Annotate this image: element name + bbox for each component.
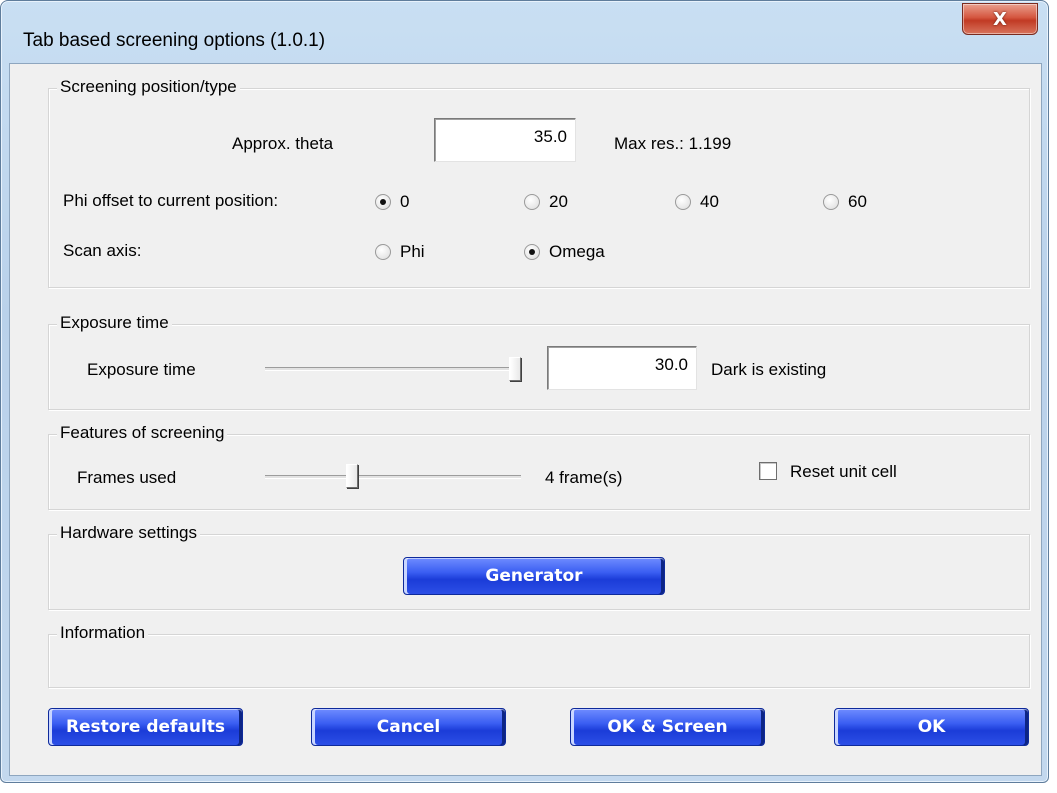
- theta-input[interactable]: 35.0: [434, 118, 576, 162]
- ok-button[interactable]: OK: [834, 708, 1029, 746]
- radio-unselected-icon: [675, 194, 691, 210]
- radio-unselected-icon: [524, 194, 540, 210]
- exposure-label: Exposure time: [87, 360, 196, 379]
- phi-radio-0[interactable]: 0: [375, 192, 409, 212]
- features-group: Features of screening Frames used 4 fram…: [48, 423, 1030, 510]
- scan-radio-phi[interactable]: Phi: [375, 242, 425, 262]
- phi-offset-label: Phi offset to current position:: [63, 191, 279, 210]
- phi-radio-60-label: 60: [848, 192, 867, 211]
- hardware-group: Hardware settings Generator: [48, 523, 1030, 610]
- phi-radio-40[interactable]: 40: [675, 192, 719, 212]
- exposure-slider-thumb[interactable]: [509, 357, 521, 381]
- radio-unselected-icon: [375, 244, 391, 260]
- reset-unit-cell-label: Reset unit cell: [790, 462, 897, 481]
- frames-slider-thumb[interactable]: [345, 464, 358, 488]
- scan-radio-omega[interactable]: Omega: [524, 242, 605, 262]
- generator-button[interactable]: Generator: [403, 557, 665, 595]
- ok-screen-button[interactable]: OK & Screen: [570, 708, 765, 746]
- radio-selected-icon: [375, 194, 391, 210]
- phi-radio-20-label: 20: [549, 192, 568, 211]
- dark-status: Dark is existing: [711, 360, 827, 379]
- max-res-label: Max res.: 1.199: [614, 134, 732, 153]
- scan-radio-omega-label: Omega: [549, 242, 605, 261]
- exposure-group-title: Exposure time: [57, 313, 172, 333]
- close-icon: X: [993, 8, 1007, 30]
- restore-defaults-button[interactable]: Restore defaults: [48, 708, 243, 746]
- reset-unit-cell-checkbox[interactable]: [759, 462, 777, 480]
- information-group-title: Information: [57, 623, 149, 643]
- theta-label: Approx. theta: [232, 134, 334, 153]
- window-title: Tab based screening options (1.0.1): [23, 30, 326, 51]
- dialog-window: Tab based screening options (1.0.1) X Sc…: [0, 0, 1049, 783]
- phi-radio-20[interactable]: 20: [524, 192, 568, 212]
- phi-radio-0-label: 0: [400, 192, 410, 211]
- phi-radio-40-label: 40: [700, 192, 719, 211]
- frames-label: Frames used: [77, 468, 177, 487]
- radio-selected-icon: [524, 244, 540, 260]
- frames-slider-track[interactable]: [265, 475, 521, 479]
- exposure-input[interactable]: 30.0: [547, 346, 697, 390]
- scan-axis-label: Scan axis:: [63, 241, 142, 260]
- hardware-group-title: Hardware settings: [57, 523, 201, 543]
- screening-group-title: Screening position/type: [57, 77, 240, 97]
- scan-radio-phi-label: Phi: [400, 242, 425, 261]
- phi-radio-60[interactable]: 60: [823, 192, 867, 212]
- exposure-slider-track[interactable]: [265, 367, 521, 371]
- exposure-group: Exposure time Exposure time 30.0 Dark is…: [48, 313, 1030, 410]
- frames-value: 4 frame(s): [545, 468, 623, 487]
- close-button[interactable]: X: [962, 3, 1038, 35]
- features-group-title: Features of screening: [57, 423, 228, 443]
- radio-unselected-icon: [823, 194, 839, 210]
- information-group: Information: [48, 623, 1030, 688]
- cancel-button[interactable]: Cancel: [311, 708, 506, 746]
- dialog-body: Screening position/type Approx. theta 35…: [9, 63, 1042, 776]
- screening-group: Screening position/type Approx. theta 35…: [48, 77, 1030, 288]
